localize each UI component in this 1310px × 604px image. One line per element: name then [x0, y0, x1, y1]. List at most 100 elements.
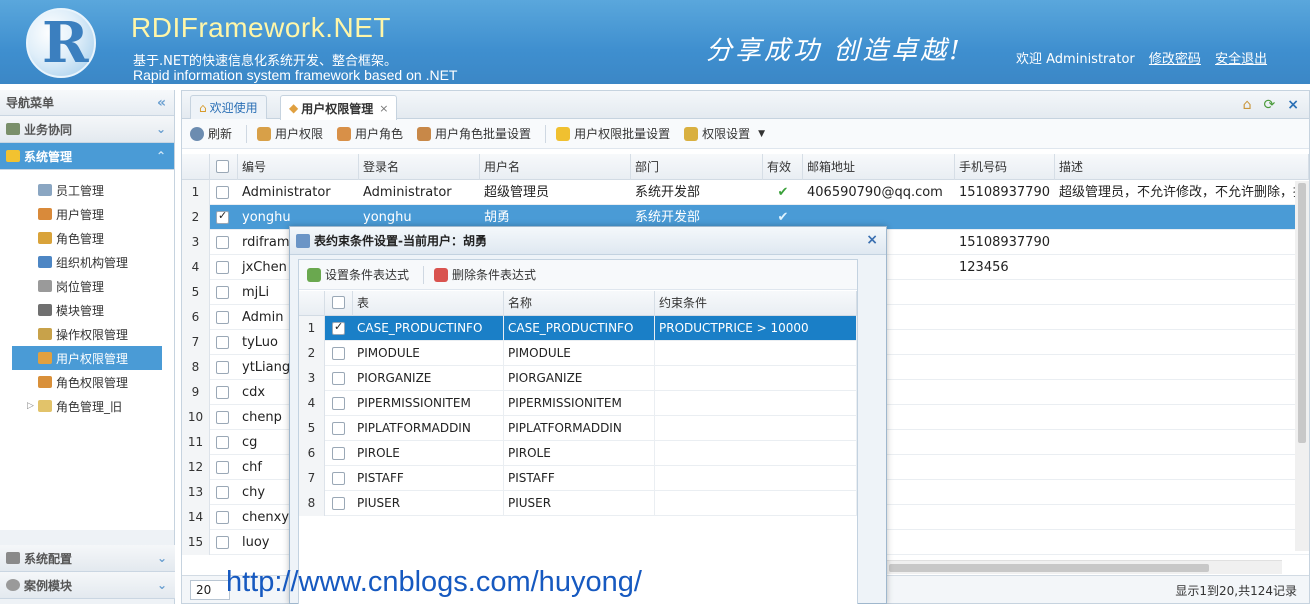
permission-settings-button[interactable]: 权限设置 ▼ [684, 125, 765, 142]
row-checkbox[interactable] [216, 311, 229, 324]
vertical-scrollbar[interactable] [1295, 181, 1309, 551]
tree-item-modules[interactable]: 模块管理 [0, 298, 174, 322]
table-row[interactable]: 2 PIMODULE PIMODULE [299, 341, 857, 366]
user-permission-batch-button[interactable]: 用户权限批量设置 [556, 125, 670, 142]
dropdown-arrow-icon: ▼ [758, 128, 766, 139]
table-row[interactable]: 3 PIORGANIZE PIORGANIZE [299, 366, 857, 391]
row-checkbox[interactable] [216, 261, 229, 274]
cell-desc [1055, 230, 1309, 255]
row-number: 12 [182, 455, 210, 480]
row-checkbox[interactable] [332, 422, 345, 435]
row-checkbox[interactable] [216, 411, 229, 424]
organization-icon [38, 256, 52, 268]
collapse-sidebar-icon[interactable]: « [157, 95, 166, 111]
tab-bar: ⌂ 欢迎使用 ◆ 用户权限管理 × ⌂ ⟳ × [182, 91, 1309, 120]
cell-login: Administrator [363, 185, 452, 200]
table-row[interactable]: 4 PIPERMISSIONITEM PIPERMISSIONITEM [299, 391, 857, 416]
row-checkbox[interactable] [332, 372, 345, 385]
row-checkbox[interactable] [332, 347, 345, 360]
panel-system-management[interactable]: 系统管理 ⌃ [0, 143, 174, 170]
row-checkbox[interactable] [332, 320, 345, 335]
row-checkbox[interactable] [216, 536, 229, 549]
tree-item-positions[interactable]: 岗位管理 [0, 274, 174, 298]
row-checkbox[interactable] [332, 397, 345, 410]
tree-item-operation-permissions[interactable]: 操作权限管理 [0, 322, 174, 346]
tree-item-user-permissions[interactable]: 用户权限管理 [12, 346, 162, 370]
close-tab-icon[interactable]: × [379, 102, 388, 115]
tab-user-permissions[interactable]: ◆ 用户权限管理 × [280, 95, 398, 120]
table-row[interactable]: 7 PISTAFF PISTAFF [299, 466, 857, 491]
column-header[interactable]: 手机号码 [955, 154, 1055, 180]
row-number: 9 [182, 380, 210, 405]
select-all-checkbox[interactable] [216, 160, 229, 173]
column-header[interactable]: 有效 [763, 154, 803, 180]
page-size-select[interactable]: 20 [190, 580, 230, 600]
column-header[interactable]: 描述 [1055, 154, 1309, 180]
column-header[interactable]: 约束条件 [655, 291, 857, 316]
panel-system-config[interactable]: 系统配置 ⌄ [0, 545, 175, 572]
row-checkbox[interactable] [216, 186, 229, 199]
row-checkbox[interactable] [216, 436, 229, 449]
home-icon[interactable]: ⌂ [1243, 97, 1252, 113]
row-checkbox[interactable] [216, 286, 229, 299]
select-all-checkbox[interactable] [332, 296, 345, 309]
delete-condition-button[interactable]: 删除条件表达式 [434, 266, 536, 283]
dialog-grid-header: 表 名称 约束条件 [299, 291, 857, 316]
logout-link[interactable]: 安全退出 [1215, 52, 1267, 67]
column-header[interactable]: 编号 [238, 154, 359, 180]
row-checkbox[interactable] [332, 447, 345, 460]
user-role-button[interactable]: 用户角色 [337, 125, 403, 142]
row-checkbox[interactable] [216, 461, 229, 474]
column-header[interactable]: 表 [353, 291, 504, 316]
set-condition-button[interactable]: 设置条件表达式 [307, 266, 409, 283]
tree-item-users[interactable]: 用户管理 [0, 202, 174, 226]
row-checkbox[interactable] [216, 209, 229, 224]
cell-name: PIORGANIZE [504, 366, 655, 391]
tree-item-staff[interactable]: 员工管理 [0, 178, 174, 202]
close-dialog-icon[interactable]: × [866, 232, 878, 248]
user-role-batch-button[interactable]: 用户角色批量设置 [417, 125, 531, 142]
tree-item-roles[interactable]: 角色管理 [0, 226, 174, 250]
panel-business[interactable]: 业务协同 ⌄ [0, 116, 174, 143]
column-header[interactable]: 部门 [631, 154, 763, 180]
sidebar-header: 导航菜单 « [0, 90, 174, 116]
row-checkbox[interactable] [216, 486, 229, 499]
toolbar-separator [246, 124, 248, 143]
table-row[interactable]: 1 Administrator Administrator 超级管理员 系统开发部 ✔ 40… [182, 180, 1309, 205]
user-permission-button[interactable]: 用户权限 [257, 125, 323, 142]
refresh-icon[interactable]: ⟳ [1264, 97, 1276, 113]
tree-item-organization[interactable]: 组织机构管理 [0, 250, 174, 274]
column-header[interactable]: 邮箱地址 [803, 154, 955, 180]
column-header[interactable]: 名称 [504, 291, 655, 316]
sidebar: 导航菜单 « 业务协同 ⌄ 系统管理 ⌃ 员工管理 用户管理 角色管理 组织机构… [0, 90, 175, 604]
panel-label: 业务协同 [24, 122, 73, 137]
scrollbar-thumb[interactable] [1298, 183, 1306, 443]
change-password-link[interactable]: 修改密码 [1149, 52, 1201, 67]
tree-item-role-permissions[interactable]: 角色权限管理 [0, 370, 174, 394]
tree-item-roles-old[interactable]: ▷ 角色管理_旧 [0, 394, 174, 418]
table-row[interactable]: 1CASE_PRODUCTINFOCASE_PRODUCTINFOPRODUCT… [299, 316, 857, 341]
scrollbar-thumb[interactable] [889, 564, 1209, 572]
horizontal-scrollbar[interactable] [887, 560, 1282, 574]
tab-welcome[interactable]: ⌂ 欢迎使用 [190, 95, 267, 119]
row-checkbox[interactable] [216, 511, 229, 524]
row-checkbox[interactable] [216, 336, 229, 349]
table-row[interactable]: 5 PIPLATFORMADDIN PIPLATFORMADDIN [299, 416, 857, 441]
row-checkbox[interactable] [216, 236, 229, 249]
row-checkbox[interactable] [216, 386, 229, 399]
dialog-body: 设置条件表达式 删除条件表达式 表 名称 约束条件 1 CASE_PRODUCTI… [298, 259, 858, 604]
column-header[interactable]: 登录名 [359, 154, 480, 180]
expand-arrow-icon[interactable]: ▷ [27, 401, 34, 411]
row-checkbox[interactable] [216, 361, 229, 374]
select-all-header [325, 291, 353, 316]
refresh-button[interactable]: 刷新 [190, 125, 232, 142]
column-header[interactable]: 用户名 [480, 154, 631, 180]
table-row[interactable]: 6 PIROLE PIROLE [299, 441, 857, 466]
row-checkbox[interactable] [332, 472, 345, 485]
panel-case-modules[interactable]: 案例模块 ⌄ [0, 572, 175, 599]
row-checkbox[interactable] [332, 497, 345, 510]
welcome-text: 欢迎 Administrator [1016, 52, 1135, 67]
table-row[interactable]: 8 PIUSER PIUSER [299, 491, 857, 516]
close-all-icon[interactable]: × [1287, 97, 1299, 113]
tree-label: 角色管理_旧 [56, 399, 123, 414]
